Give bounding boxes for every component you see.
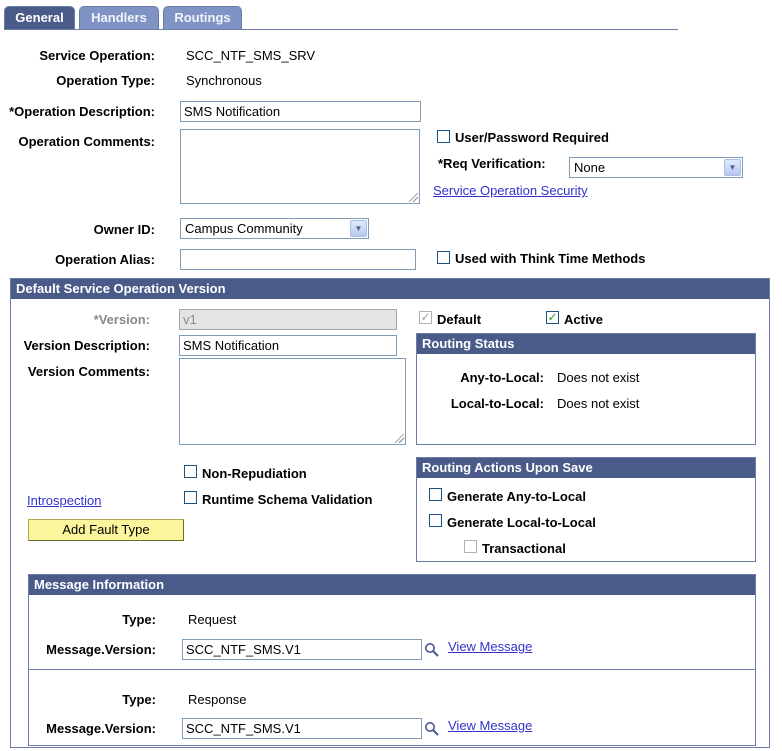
view-message-link[interactable]: View Message bbox=[448, 639, 532, 654]
generate-any-to-local-checkbox[interactable] bbox=[429, 488, 442, 501]
version-description-input[interactable]: SMS Notification bbox=[179, 335, 397, 356]
tab-routings[interactable]: Routings bbox=[163, 6, 242, 30]
operation-alias-input[interactable] bbox=[180, 249, 416, 270]
introspection-link[interactable]: Introspection bbox=[27, 493, 101, 508]
search-icon[interactable] bbox=[424, 642, 440, 658]
user-password-label: User/Password Required bbox=[455, 130, 609, 145]
chevron-down-icon[interactable]: ▼ bbox=[350, 220, 367, 237]
default-checkbox: ✓ bbox=[419, 310, 432, 324]
req-verification-select[interactable]: None ▼ bbox=[569, 157, 743, 178]
default-label: Default bbox=[437, 312, 482, 327]
operation-description-label: *Operation Description: bbox=[9, 104, 155, 119]
message-info-header: Message Information bbox=[29, 575, 755, 595]
tab-general[interactable]: General bbox=[4, 6, 75, 30]
local-to-local-label: Local-to-Local: bbox=[450, 396, 544, 411]
message-version-input[interactable]: SCC_NTF_SMS.V1 bbox=[182, 639, 422, 660]
operation-comments-label: Operation Comments: bbox=[18, 134, 155, 149]
operation-type-value: Synchronous bbox=[186, 73, 262, 88]
search-icon[interactable] bbox=[424, 721, 440, 737]
resize-grip-icon[interactable] bbox=[409, 193, 418, 202]
tab-handlers[interactable]: Handlers bbox=[79, 6, 159, 30]
owner-id-select[interactable]: Campus Community ▼ bbox=[180, 218, 369, 239]
owner-id-value: Campus Community bbox=[185, 221, 303, 236]
req-verification-value: None bbox=[574, 160, 606, 175]
message-type-label: Type: bbox=[122, 692, 156, 707]
generate-local-to-local-label: Generate Local-to-Local bbox=[447, 515, 596, 530]
user-password-checkbox[interactable] bbox=[437, 130, 450, 143]
any-to-local-label: Any-to-Local: bbox=[460, 370, 544, 385]
generate-any-to-local-label: Generate Any-to-Local bbox=[447, 489, 586, 504]
message-divider bbox=[29, 669, 755, 670]
operation-description-input[interactable]: SMS Notification bbox=[180, 101, 421, 122]
operation-type-label: Operation Type: bbox=[56, 73, 155, 88]
message-type-label: Type: bbox=[122, 612, 156, 627]
runtime-schema-checkbox[interactable] bbox=[184, 491, 197, 504]
version-comments-textarea[interactable] bbox=[179, 358, 406, 445]
active-checkbox[interactable]: ✓ bbox=[546, 311, 559, 324]
message-version-input[interactable]: SCC_NTF_SMS.V1 bbox=[182, 718, 422, 739]
owner-id-label: Owner ID: bbox=[93, 222, 155, 237]
version-comments-label: Version Comments: bbox=[27, 364, 150, 379]
req-verification-label: *Req Verification: bbox=[438, 156, 546, 171]
routing-actions-header: Routing Actions Upon Save bbox=[417, 458, 755, 478]
message-version-label: Message.Version: bbox=[46, 721, 156, 736]
operation-alias-label: Operation Alias: bbox=[55, 252, 155, 267]
think-time-checkbox[interactable] bbox=[437, 251, 450, 264]
routing-status-header: Routing Status bbox=[417, 334, 755, 354]
generate-local-to-local-checkbox[interactable] bbox=[429, 514, 442, 527]
runtime-schema-label: Runtime Schema Validation bbox=[202, 492, 373, 507]
chevron-down-icon[interactable]: ▼ bbox=[724, 159, 741, 176]
version-label: *Version: bbox=[93, 312, 150, 327]
service-operation-security-link[interactable]: Service Operation Security bbox=[433, 183, 588, 198]
add-fault-type-button[interactable]: Add Fault Type bbox=[28, 519, 184, 541]
message-type-value: Request bbox=[188, 612, 237, 627]
transactional-label: Transactional bbox=[482, 541, 566, 556]
view-message-link[interactable]: View Message bbox=[448, 718, 532, 733]
message-type-value: Response bbox=[188, 692, 247, 707]
operation-comments-textarea[interactable] bbox=[180, 129, 420, 204]
resize-grip-icon[interactable] bbox=[395, 434, 404, 443]
think-time-label: Used with Think Time Methods bbox=[455, 251, 646, 266]
active-label: Active bbox=[564, 312, 604, 327]
service-operation-value: SCC_NTF_SMS_SRV bbox=[186, 48, 316, 63]
message-version-label: Message.Version: bbox=[46, 642, 156, 657]
service-operation-label: Service Operation: bbox=[39, 48, 155, 63]
non-repudiation-label: Non-Repudiation bbox=[202, 466, 307, 481]
version-input: v1 bbox=[179, 309, 397, 330]
non-repudiation-checkbox[interactable] bbox=[184, 465, 197, 478]
version-description-label: Version Description: bbox=[23, 338, 150, 353]
local-to-local-value: Does not exist bbox=[557, 396, 640, 411]
tab-underline bbox=[4, 29, 678, 30]
version-section-header: Default Service Operation Version bbox=[11, 279, 769, 299]
any-to-local-value: Does not exist bbox=[557, 370, 640, 385]
transactional-checkbox bbox=[464, 540, 477, 553]
